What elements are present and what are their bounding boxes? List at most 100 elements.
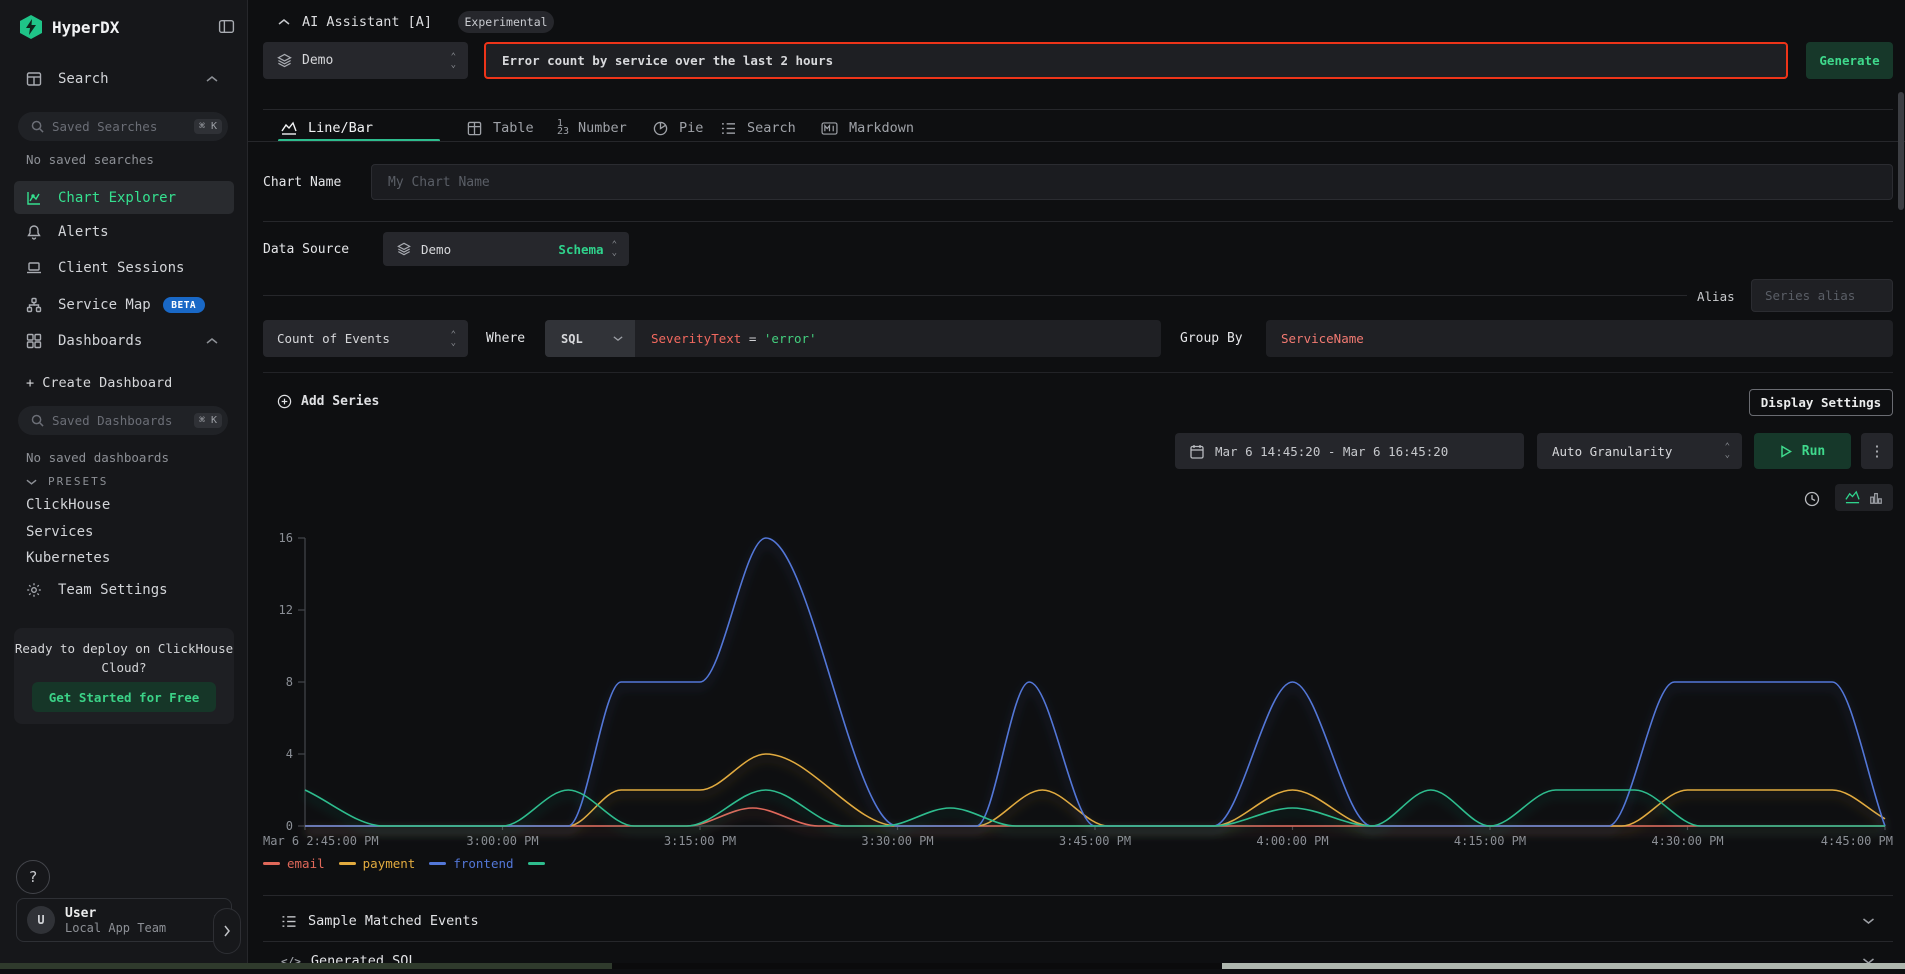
help-button[interactable]: ? (16, 860, 50, 894)
search-section-icon (26, 71, 42, 87)
add-series-label: Add Series (301, 394, 379, 409)
alias-label: Alias (1697, 289, 1735, 304)
clickhouse-cloud-promo: Ready to deploy on ClickHouse Cloud? Get… (14, 628, 234, 724)
preset-kubernetes[interactable]: Kubernetes (26, 550, 110, 566)
tab-pie[interactable]: Pie (653, 120, 703, 136)
where-operator: = (749, 331, 764, 346)
saved-searches-input[interactable]: Saved Searches ⌘ K (18, 112, 228, 141)
svg-text:4:00:00 PM: 4:00:00 PM (1256, 834, 1328, 848)
run-button[interactable]: Run (1754, 433, 1851, 469)
preset-services[interactable]: Services (26, 524, 93, 540)
tab-label: Markdown (849, 120, 914, 136)
tab-line-bar[interactable]: Line/Bar (281, 120, 373, 136)
generate-button[interactable]: Generate (1806, 42, 1893, 79)
presets-label: PRESETS (48, 475, 108, 488)
chevron-up-icon[interactable] (206, 337, 218, 345)
gear-icon (26, 582, 42, 598)
sidebar-item-dashboards[interactable]: Dashboards (26, 333, 232, 349)
user-name: User (65, 906, 166, 921)
app-title: HyperDX (52, 18, 119, 37)
laptop-icon (26, 260, 42, 276)
where-clause: SQL SeverityText = 'error' (545, 320, 1161, 357)
group-by-input[interactable]: ServiceName (1266, 320, 1893, 357)
list-icon (281, 915, 297, 928)
get-started-button[interactable]: Get Started for Free (32, 682, 216, 712)
tab-label: Search (747, 120, 796, 136)
scrollbar-thumb[interactable] (1898, 92, 1904, 210)
sample-matched-events-panel[interactable]: Sample Matched Events (281, 905, 1893, 937)
sidebar-item-search[interactable]: Search (26, 71, 232, 87)
sidebar-item-label: Alerts (58, 224, 109, 240)
legend-item[interactable]: frontend (429, 856, 518, 871)
sidebar-item-chart-explorer[interactable]: Chart Explorer (14, 181, 234, 214)
presets-header[interactable]: PRESETS (26, 475, 108, 488)
legend-label: payment (363, 856, 416, 871)
tab-table[interactable]: Table (467, 120, 534, 136)
group-by-value: ServiceName (1281, 331, 1364, 346)
svg-text:4:15:00 PM: 4:15:00 PM (1454, 834, 1526, 848)
bell-icon (26, 224, 42, 240)
data-source-select[interactable]: Demo Schema ⌃⌄ (383, 232, 629, 266)
ai-source-select[interactable]: Demo ⌃⌄ (263, 42, 468, 79)
tab-label: Number (578, 120, 627, 136)
no-saved-dashboards-text: No saved dashboards (26, 450, 169, 465)
svg-text:0: 0 (286, 819, 293, 833)
no-saved-searches-text: No saved searches (26, 152, 154, 167)
sidebar-collapse-icon[interactable] (218, 18, 235, 35)
sidebar-item-label: Dashboards (58, 333, 142, 349)
avatar: U (27, 906, 55, 934)
schema-link[interactable]: Schema (558, 242, 603, 257)
tab-number[interactable]: 123 Number (557, 120, 627, 136)
language-value: SQL (561, 332, 583, 346)
ai-prompt-input[interactable]: Error count by service over the last 2 h… (484, 42, 1788, 79)
preset-clickhouse[interactable]: ClickHouse (26, 497, 110, 513)
sidebar-item-service-map[interactable]: Service Map BETA (26, 297, 232, 313)
svg-text:3:45:00 PM: 3:45:00 PM (1059, 834, 1131, 848)
panel-label: Sample Matched Events (308, 913, 479, 929)
sidebar: HyperDX Search Saved Searches ⌘ K No sav… (0, 0, 248, 969)
alias-input[interactable]: Series alias (1751, 279, 1893, 312)
sidebar-item-alerts[interactable]: Alerts (26, 224, 232, 240)
more-options-button[interactable]: ⋮ (1861, 433, 1893, 469)
legend-dash-icon (263, 862, 280, 865)
bar-chart-toggle-icon[interactable] (1869, 491, 1883, 505)
sidebar-item-label: Client Sessions (58, 260, 184, 276)
legend-item[interactable]: payment (339, 856, 421, 871)
aggregation-value: Count of Events (277, 331, 390, 346)
svg-text:4:45:00 PM: 4:45:00 PM (1821, 834, 1893, 848)
ai-assistant-header[interactable]: AI Assistant [A] Experimental (278, 11, 554, 33)
panel-expand-button[interactable] (213, 908, 241, 954)
time-range-picker[interactable]: Mar 6 14:45:20 - Mar 6 16:45:20 (1175, 433, 1524, 469)
line-chart-toggle-icon[interactable] (1845, 490, 1860, 505)
sidebar-item-client-sessions[interactable]: Client Sessions (26, 260, 232, 276)
add-series-button[interactable]: Add Series (277, 394, 379, 409)
legend-item[interactable]: email (263, 856, 330, 871)
where-input[interactable]: SeverityText = 'error' (651, 331, 817, 346)
saved-searches-placeholder: Saved Searches (52, 119, 157, 134)
pie-chart-icon (653, 121, 668, 136)
display-settings-button[interactable]: Display Settings (1749, 389, 1893, 416)
chart-explorer-icon (26, 190, 42, 206)
create-dashboard-button[interactable]: + Create Dashboard (26, 375, 172, 391)
chevron-down-icon[interactable] (1862, 917, 1875, 925)
generated-sql-panel[interactable]: </> Generated SQL (281, 948, 1893, 974)
play-icon (1780, 445, 1792, 458)
sidebar-item-team-settings[interactable]: Team Settings (26, 582, 232, 598)
legend-item[interactable] (528, 862, 557, 865)
aggregation-select[interactable]: Count of Events ⌃⌄ (263, 320, 468, 357)
svg-text:12: 12 (279, 603, 293, 617)
saved-dashboards-input[interactable]: Saved Dashboards ⌘ K (18, 406, 228, 435)
alias-placeholder: Series alias (1765, 288, 1855, 303)
tab-markdown[interactable]: Markdown (821, 120, 914, 136)
where-value: 'error' (764, 331, 817, 346)
bottom-strip-left (0, 963, 612, 969)
chart-name-input[interactable]: My Chart Name (371, 164, 1893, 200)
layers-icon (277, 53, 292, 68)
line-chart-canvas[interactable]: 0481216Mar 6 2:45:00 PM3:00:00 PM3:15:00… (248, 515, 1905, 865)
user-menu[interactable]: U User Local App Team (16, 898, 232, 942)
chevron-up-icon[interactable] (206, 75, 218, 83)
time-format-toggle[interactable] (1802, 489, 1822, 509)
where-language-select[interactable]: SQL (545, 320, 635, 357)
tab-search[interactable]: Search (721, 120, 796, 136)
granularity-select[interactable]: Auto Granularity ⌃⌄ (1537, 433, 1742, 469)
